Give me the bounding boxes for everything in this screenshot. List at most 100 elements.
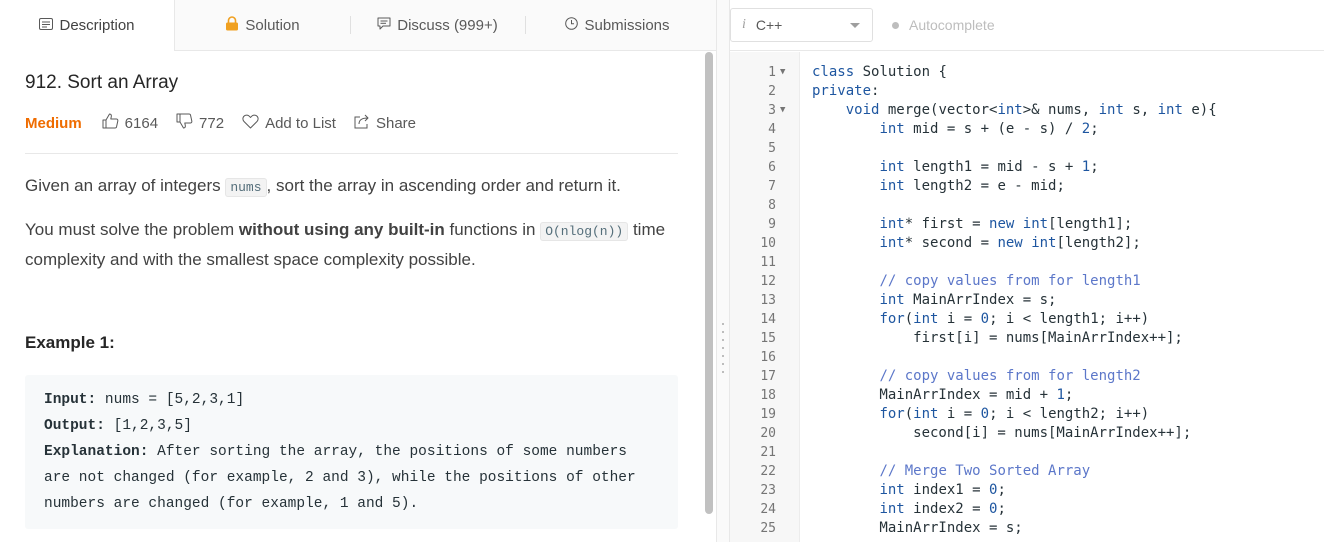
fold-arrow-icon[interactable]: ▼ xyxy=(780,67,785,77)
clock-icon xyxy=(565,16,584,34)
code-line: int length1 = mid - s + 1; xyxy=(879,159,1099,175)
line-number: 19 xyxy=(760,407,776,422)
line-number: 15 xyxy=(760,331,776,346)
example-title: Example 1: xyxy=(25,333,115,352)
line-number: 22 xyxy=(760,464,776,479)
emphasis-text: without using any built-in xyxy=(238,220,445,239)
thumbs-down-icon xyxy=(176,113,199,133)
thumbs-up-icon xyxy=(102,113,125,133)
dislike-count: 772 xyxy=(199,114,225,132)
example-block: Input: nums = [5,2,3,1] Output: [1,2,3,5… xyxy=(25,375,678,529)
example-explanation-line: are not changed (for example, 2 and 3), … xyxy=(44,470,636,486)
line-number: 8 xyxy=(768,198,776,213)
tab-discuss-label: Discuss (999+) xyxy=(397,16,498,34)
code-line: for(int i = 0; i < length1; i++) xyxy=(879,311,1150,327)
inline-code: O(nlog(n)) xyxy=(540,222,629,241)
discuss-icon xyxy=(377,17,397,34)
tab-discuss[interactable]: Discuss (999+) xyxy=(350,0,525,50)
code-line: int* first = new int[length1]; xyxy=(879,216,1133,232)
code-line: first[i] = nums[MainArrIndex++]; xyxy=(812,330,1183,346)
line-number: 7 xyxy=(768,179,776,194)
tab-description-label: Description xyxy=(59,17,135,34)
share-button[interactable]: Share xyxy=(354,114,416,133)
code-line: // copy values from for length1 xyxy=(879,273,1141,289)
autocomplete-label: Autocomplete xyxy=(909,17,995,33)
like-count: 6164 xyxy=(124,114,159,132)
language-label: C++ xyxy=(755,17,783,33)
inline-code: nums xyxy=(225,178,267,197)
grip-dot xyxy=(722,355,724,357)
grip-dot xyxy=(722,347,724,349)
tab-solution[interactable]: Solution xyxy=(175,0,350,50)
code-line: int mid = s + (e - s) / 2; xyxy=(879,121,1099,137)
code-line: for(int i = 0; i < length2; i++) xyxy=(879,406,1150,422)
code-line: int index2 = 0; xyxy=(879,501,1006,517)
grip-dot xyxy=(722,363,724,365)
code-line: int MainArrIndex = s; xyxy=(879,292,1057,308)
line-number: 12 xyxy=(760,274,776,289)
code-line: // Merge Two Sorted Array xyxy=(879,463,1091,479)
heart-icon xyxy=(242,114,265,133)
scrollbar[interactable] xyxy=(705,52,713,514)
code-line: int length2 = e - mid; xyxy=(879,178,1065,194)
code-line: second[i] = nums[MainArrIndex++]; xyxy=(812,425,1192,441)
line-number: 23 xyxy=(760,483,776,498)
problem-panel: Description Solution Discuss (999+) Subm… xyxy=(0,0,716,542)
line-number: 3 xyxy=(768,103,776,118)
problem-tabs: Description Solution Discuss (999+) Subm… xyxy=(0,0,716,51)
code-line: private: xyxy=(812,83,880,99)
line-number: 17 xyxy=(760,369,776,384)
line-number: 6 xyxy=(768,160,776,175)
code-line: MainArrIndex = s; xyxy=(812,520,1023,536)
like-button[interactable]: 6164 xyxy=(102,113,158,133)
fold-arrow-icon[interactable]: ▼ xyxy=(780,105,785,115)
line-number: 9 xyxy=(768,217,776,232)
problem-title: 912. Sort an Array xyxy=(25,72,179,93)
example-explanation-line: Explanation: After sorting the array, th… xyxy=(44,444,627,460)
line-number: 14 xyxy=(760,312,776,327)
line-number: 20 xyxy=(760,426,776,441)
code-line: int* second = new int[length2]; xyxy=(879,235,1141,251)
line-number: 1 xyxy=(768,65,776,80)
problem-meta: Medium 6164 772 Add to List Share xyxy=(25,112,434,134)
autocomplete-toggle[interactable]: Autocomplete xyxy=(892,17,995,33)
example-explanation-line: numbers are changed (for example, 1 and … xyxy=(44,496,419,512)
tab-description[interactable]: Description xyxy=(0,0,175,51)
line-number: 24 xyxy=(760,502,776,517)
code-editor[interactable]: 1 ▼ 2 3 ▼ 4 5 6 7 8 9 10 11 12 13 14 15 16 17 18 19 20 21 22 23 2… xyxy=(730,52,1324,542)
info-icon: i xyxy=(742,17,746,32)
example-input-line: Input: nums = [5,2,3,1] xyxy=(44,392,245,408)
line-number: 11 xyxy=(760,255,776,270)
grip-dot xyxy=(722,371,724,373)
description-icon xyxy=(39,17,59,34)
tab-submissions[interactable]: Submissions xyxy=(525,0,710,50)
dislike-button[interactable]: 772 xyxy=(176,113,224,133)
code-line: class Solution { xyxy=(812,64,947,80)
line-number: 16 xyxy=(760,350,776,365)
tab-solution-label: Solution xyxy=(245,16,300,34)
language-select[interactable]: i C++ xyxy=(730,8,873,42)
line-number-gutter: 1 ▼ 2 3 ▼ 4 5 6 7 8 9 10 11 12 13 14 15 16 17 18 19 20 21 22 23 2… xyxy=(730,52,800,542)
editor-toolbar: i C++ Autocomplete xyxy=(730,0,1324,51)
line-number: 18 xyxy=(760,388,776,403)
tab-submissions-label: Submissions xyxy=(584,16,670,34)
editor-panel: i C++ Autocomplete 1 ▼ 2 3 ▼ 4 5 6 7 8 9 10 11 12 13 14… xyxy=(730,0,1324,542)
divider xyxy=(25,153,678,154)
example-output-line: Output: [1,2,3,5] xyxy=(44,418,192,434)
code-line: MainArrIndex = mid + 1; xyxy=(812,387,1074,403)
line-number: 4 xyxy=(768,122,776,137)
line-number: 10 xyxy=(760,236,776,251)
resize-handle[interactable] xyxy=(716,0,730,542)
chevron-down-icon xyxy=(850,23,860,28)
difficulty-badge: Medium xyxy=(25,114,82,132)
add-to-list-button[interactable]: Add to List xyxy=(242,114,336,133)
status-dot-icon xyxy=(892,21,899,29)
line-number: 21 xyxy=(760,445,776,460)
share-label: Share xyxy=(375,114,416,132)
code-line: void merge(vector<int>& nums, int s, int… xyxy=(845,102,1217,118)
line-number: 5 xyxy=(768,141,776,156)
add-to-list-label: Add to List xyxy=(265,114,336,132)
grip-dot xyxy=(722,323,724,325)
line-number: 2 xyxy=(768,84,776,99)
grip-dot xyxy=(722,339,724,341)
